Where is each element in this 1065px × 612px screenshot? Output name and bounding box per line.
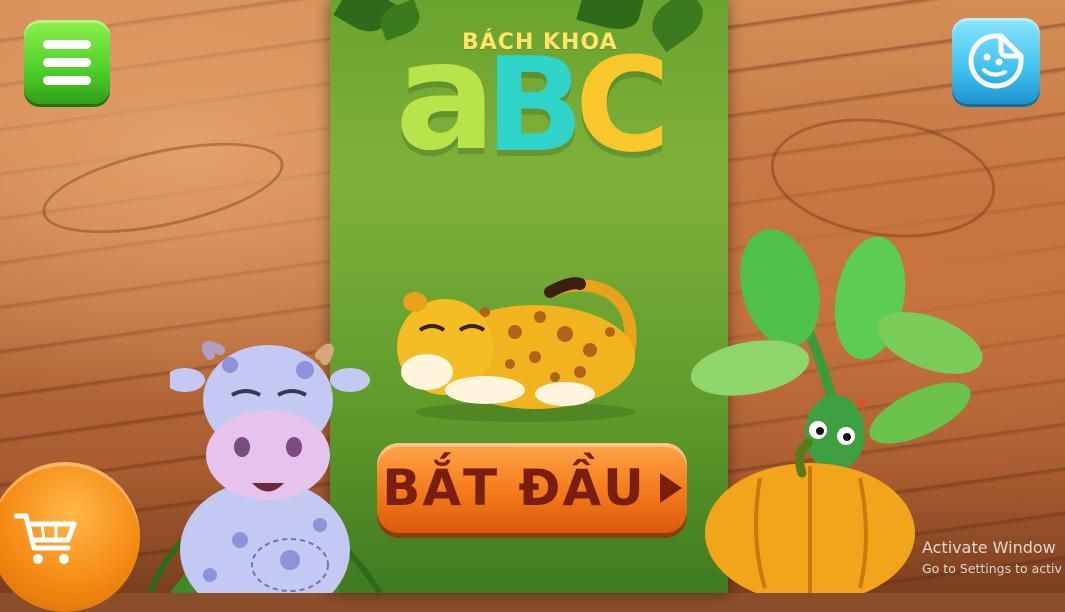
hamburger-menu-icon <box>43 39 91 49</box>
start-button[interactable]: BẮT ĐẦU <box>377 443 687 533</box>
sticker-icon <box>968 33 1024 89</box>
watermark-subtitle: Go to Settings to activ <box>922 561 1062 576</box>
cow-illustration <box>170 341 370 593</box>
abc-logo: a B C <box>395 22 675 200</box>
hamburger-menu-icon <box>43 57 91 67</box>
shopping-cart-icon <box>14 513 77 564</box>
menu-button[interactable] <box>24 20 110 104</box>
logo-letter-b: B <box>485 29 585 181</box>
start-button-label: BẮT ĐẦU <box>382 459 646 517</box>
watermark-title: Activate Window <box>922 538 1056 557</box>
logo-letter-c: C <box>575 29 671 181</box>
hamburger-menu-icon <box>43 75 91 85</box>
play-triangle-icon <box>659 473 682 503</box>
sticker-button[interactable] <box>952 18 1040 104</box>
windows-activation-watermark: Activate Window Go to Settings to activ <box>922 538 1062 576</box>
leopard-illustration <box>397 277 637 422</box>
logo-letter-a: a <box>395 10 497 184</box>
